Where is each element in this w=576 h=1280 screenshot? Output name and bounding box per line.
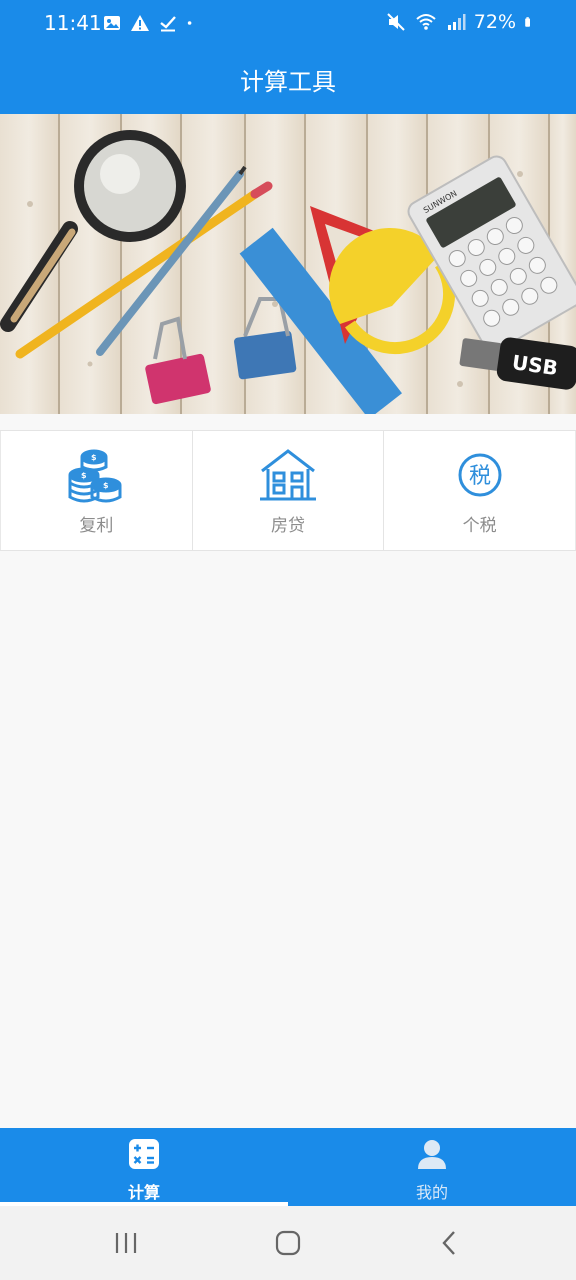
warning-icon — [131, 15, 149, 31]
status-system-icons: 72% — [386, 11, 536, 33]
page-title: 计算工具 — [240, 68, 336, 96]
tool-label-compound-interest: 复利 — [79, 516, 114, 536]
back-button[interactable] — [430, 1228, 470, 1258]
tool-income-tax[interactable]: 税 个税 — [383, 431, 576, 550]
svg-text:$: $ — [81, 471, 87, 480]
tool-label-income-tax: 个税 — [462, 516, 497, 536]
battery-icon — [525, 17, 530, 27]
tax-icon: 税 — [458, 453, 502, 497]
banner-illustration: SUNWON USB — [0, 114, 576, 414]
nav-label-calculate: 计算 — [127, 1183, 160, 1202]
mute-icon — [387, 13, 405, 31]
status-bar: 11:41 72% — [0, 0, 576, 48]
bottom-nav: 计算 我的 — [0, 1128, 576, 1206]
battery-percent: 72% — [473, 11, 516, 33]
svg-text:$: $ — [91, 453, 97, 462]
coins-icon: $ $ $ — [68, 449, 122, 503]
tool-compound-interest[interactable]: $ $ $ 复利 — [0, 431, 192, 550]
nav-tab-calculate[interactable]: 计算 — [0, 1128, 288, 1206]
dot-icon — [187, 21, 192, 25]
svg-text:$: $ — [103, 481, 109, 490]
tool-label-mortgage: 房贷 — [271, 516, 305, 536]
banner-image: SUNWON USB — [0, 114, 576, 414]
image-icon — [104, 16, 120, 30]
home-button[interactable] — [268, 1228, 308, 1258]
nav-tab-mine[interactable]: 我的 — [288, 1128, 576, 1206]
wifi-icon — [416, 14, 436, 30]
tax-glyph: 税 — [469, 464, 491, 489]
system-nav-bar — [0, 1206, 576, 1280]
nav-label-mine: 我的 — [415, 1183, 448, 1202]
calculator-icon — [129, 1139, 159, 1169]
signal-icon — [447, 14, 466, 30]
recent-apps-button[interactable] — [106, 1228, 146, 1258]
tools-grid: $ $ $ 复利 房贷 税 个税 — [0, 430, 576, 551]
content-area — [0, 551, 576, 1128]
house-icon — [260, 449, 316, 501]
app-bar: 计算工具 — [0, 48, 576, 114]
person-icon — [418, 1140, 446, 1169]
check-icon — [160, 16, 176, 32]
tool-mortgage[interactable]: 房贷 — [191, 431, 384, 550]
status-time: 11:41 — [44, 11, 102, 35]
status-notification-icons — [102, 13, 198, 33]
